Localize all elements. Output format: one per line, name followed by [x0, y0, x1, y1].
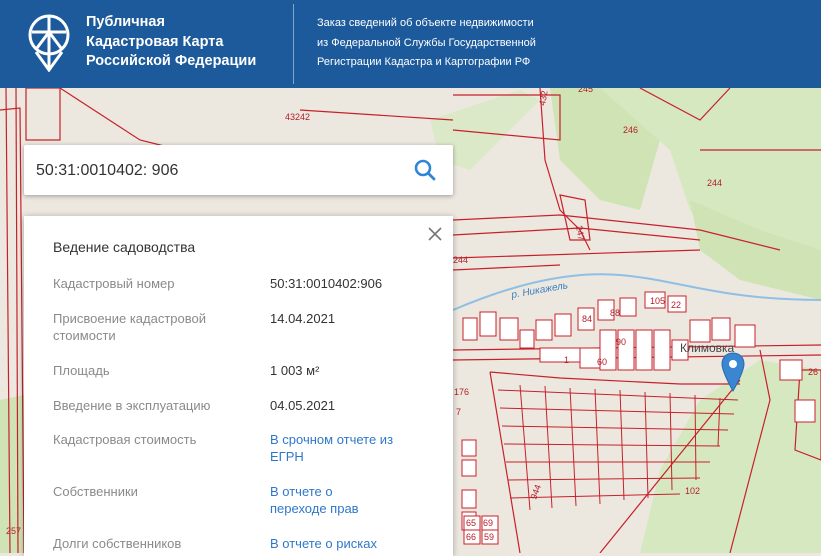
object-info-panel: Ведение садоводства Кадастровый номер 50…	[24, 216, 453, 556]
parcel-label: 102	[685, 486, 700, 496]
owner-debts-link[interactable]: В отчете о рисках	[270, 535, 440, 552]
row-value-area: 1 003 м²	[270, 363, 320, 378]
search-bar	[24, 145, 453, 195]
row-label-owner-debts: Долги собственников	[53, 536, 182, 551]
parcel-label: 43242	[285, 112, 310, 122]
header-divider	[293, 4, 294, 84]
parcel-label: 257	[6, 526, 21, 536]
parcel-label: 105	[650, 296, 665, 306]
parcel-label: 244	[453, 255, 468, 265]
parcel-label: 1	[564, 355, 569, 365]
row-label-area: Площадь	[53, 363, 110, 378]
row-value-valuation-date: 14.04.2021	[270, 311, 336, 326]
order-line: Регистрации Кадастра и Картографии РФ	[317, 56, 531, 68]
parcel-label: 244	[707, 178, 722, 188]
parcel-label: 90	[616, 337, 626, 347]
parcel-label: 7	[456, 407, 461, 417]
panel-title: Ведение садоводства	[53, 239, 196, 255]
cadastral-value-link[interactable]: В срочном отчете из ЕГРН	[270, 431, 395, 465]
parcel-label: 69	[483, 518, 493, 528]
close-icon[interactable]	[426, 225, 444, 243]
brand-line: Российской Федерации	[86, 53, 257, 69]
order-info-link[interactable]: Заказ сведений об объекте недвижимости и…	[317, 14, 536, 73]
brand-line: Публичная	[86, 14, 165, 30]
row-label-owners: Собственники	[53, 484, 138, 499]
parcel-label: 176	[454, 387, 469, 397]
row-label-cadastral-number: Кадастровый номер	[53, 276, 175, 291]
cadastral-search-input[interactable]	[34, 156, 408, 186]
row-label-commissioning: Введение в эксплуатацию	[53, 398, 211, 413]
header: Публичная Кадастровая Карта Российской Ф…	[0, 0, 821, 88]
parcel-label: 60	[597, 357, 607, 367]
map-pin-icon[interactable]	[721, 352, 745, 392]
order-line: из Федеральной Службы Государственной	[317, 36, 536, 49]
parcel-label: 22	[671, 300, 681, 310]
row-label-cadastral-value: Кадастровая стоимость	[53, 432, 197, 447]
order-line: Заказ сведений об объекте недвижимости	[317, 17, 534, 29]
brand-title[interactable]: Публичная Кадастровая Карта Российской Ф…	[86, 13, 256, 72]
parcel-label: 246	[623, 125, 638, 135]
parcel-label: 26	[808, 367, 818, 377]
parcel-label: 66	[466, 532, 476, 542]
parcel-label: 84	[582, 314, 592, 324]
row-value-cadastral-number: 50:31:0010402:906	[270, 276, 383, 291]
parcel-label: 88	[610, 308, 620, 318]
search-icon[interactable]	[413, 158, 437, 182]
row-value-commissioning: 04.05.2021	[270, 398, 336, 413]
parcel-label: 65	[466, 518, 476, 528]
owners-link[interactable]: В отчете о переходе прав	[270, 483, 385, 517]
parcel-label: 245	[578, 88, 593, 94]
parcel-label: 59	[484, 532, 494, 542]
brand-line: Кадастровая Карта	[86, 33, 224, 50]
logo-icon[interactable]	[26, 12, 72, 72]
row-label-valuation-date: Присвоение кадастровой стоимости	[53, 311, 207, 343]
